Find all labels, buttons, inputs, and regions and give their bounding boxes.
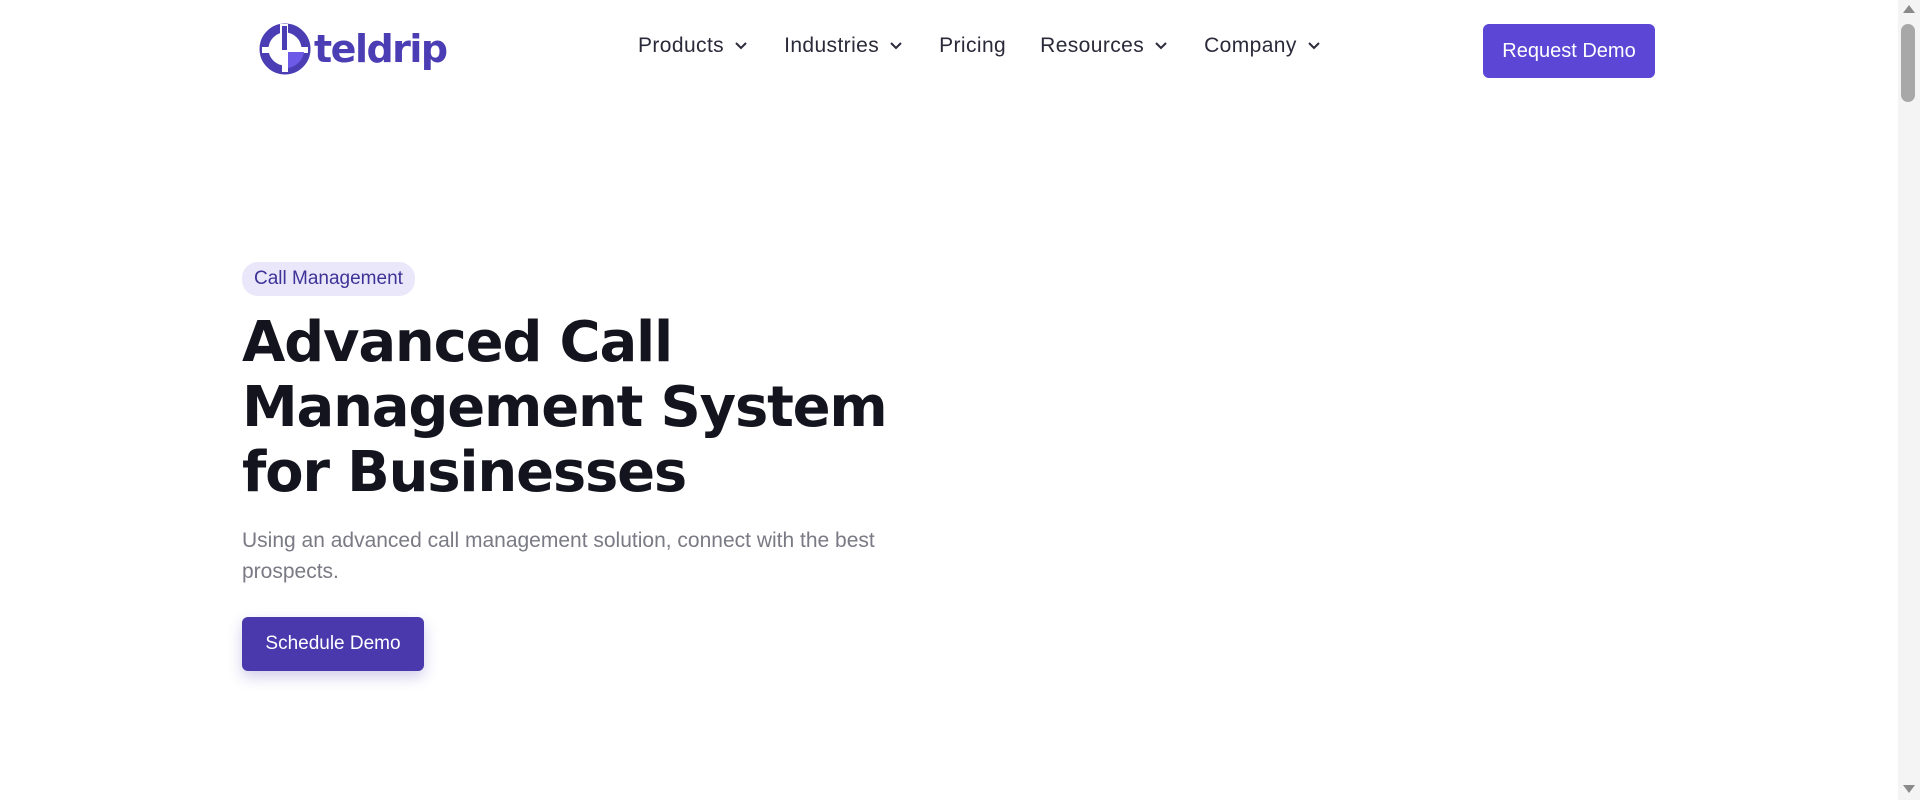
scrollbar-thumb[interactable] <box>1901 24 1915 102</box>
nav-industries[interactable]: Industries <box>784 34 903 58</box>
schedule-demo-button[interactable]: Schedule Demo <box>242 617 424 671</box>
nav-industries-label: Industries <box>784 34 880 57</box>
category-badge: Call Management <box>242 262 415 296</box>
scroll-down-arrow-icon[interactable] <box>1903 785 1915 793</box>
page: teldrip Products Industries Pricing Reso… <box>0 0 1898 800</box>
hero-subtitle: Using an advanced call management soluti… <box>242 529 875 583</box>
teldrip-logo-icon <box>259 23 311 75</box>
request-demo-button[interactable]: Request Demo <box>1483 24 1655 78</box>
chevron-down-icon <box>890 42 902 50</box>
brand-name: teldrip <box>314 27 448 71</box>
nav-pricing-label: Pricing <box>939 34 1007 57</box>
chevron-down-icon <box>735 42 747 50</box>
nav-pricing[interactable]: Pricing <box>939 34 1006 58</box>
hero-section: Call Management Advanced Call Management… <box>242 262 942 671</box>
chevron-down-icon <box>1155 42 1167 50</box>
nav-products[interactable]: Products <box>638 34 748 58</box>
vertical-scrollbar[interactable] <box>1898 0 1920 800</box>
chevron-down-icon <box>1308 42 1320 50</box>
nav-company-label: Company <box>1204 34 1297 57</box>
nav-resources-label: Resources <box>1040 34 1145 57</box>
hero-title: Advanced Call Management System for Busi… <box>242 310 888 505</box>
nav-products-label: Products <box>638 34 725 57</box>
logo[interactable]: teldrip <box>258 22 448 76</box>
main-nav: Products Industries Pricing Resources Co… <box>638 34 1321 58</box>
site-header: teldrip Products Industries Pricing Reso… <box>0 0 1898 103</box>
nav-company[interactable]: Company <box>1204 34 1321 58</box>
nav-resources[interactable]: Resources <box>1040 34 1168 58</box>
scroll-up-arrow-icon[interactable] <box>1903 5 1915 13</box>
